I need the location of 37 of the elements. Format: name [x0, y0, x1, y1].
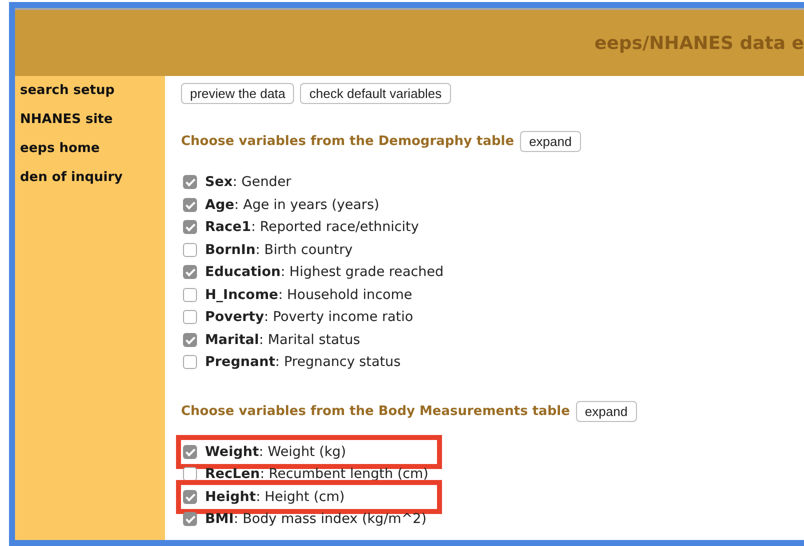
- sidebar-link[interactable]: den of inquiry: [20, 168, 123, 187]
- variable-label: Sex: Gender: [205, 174, 292, 190]
- variable-label: Marital: Marital status: [205, 332, 360, 348]
- expand-button[interactable]: expand: [576, 400, 637, 422]
- variable-label: Height: Height (cm): [205, 488, 345, 505]
- checkbox[interactable]: [183, 332, 197, 347]
- variable-label: RecLen: Recumbent length (cm): [205, 466, 428, 482]
- checkbox[interactable]: [183, 355, 197, 370]
- checkbox[interactable]: [183, 265, 197, 280]
- sidebar-link[interactable]: search setup: [20, 81, 115, 100]
- site-title: eeps/NHANES data e: [594, 32, 804, 54]
- variable-label: Race1: Reported race/ethnicity: [205, 219, 419, 236]
- checkbox[interactable]: [183, 444, 197, 459]
- toolbar-button[interactable]: preview the data: [181, 83, 294, 104]
- checkbox[interactable]: [183, 198, 197, 212]
- section-heading: Choose variables from the Demography table: [181, 134, 514, 149]
- section-heading: Choose variables from the Body Measurements table: [181, 404, 570, 418]
- checkbox[interactable]: [183, 175, 197, 190]
- checkbox[interactable]: [183, 220, 197, 234]
- checkbox[interactable]: [183, 310, 197, 324]
- checkbox[interactable]: [183, 467, 197, 482]
- variable-label: H_Income: Household income: [205, 286, 412, 303]
- variable-label: Age: Age in years (years): [205, 196, 380, 213]
- variable-label: BMI: Body mass index (kg/m^2): [205, 511, 426, 528]
- expand-button[interactable]: expand: [520, 131, 581, 152]
- checkbox[interactable]: [183, 242, 197, 257]
- checkbox[interactable]: [183, 512, 197, 526]
- checkbox[interactable]: [183, 490, 197, 504]
- variable-label: Poverty: Poverty income ratio: [205, 309, 414, 326]
- toolbar-button[interactable]: check default variables: [300, 83, 451, 104]
- checkbox[interactable]: [183, 288, 197, 302]
- variable-label: Weight: Weight (kg): [205, 444, 346, 460]
- variable-label: Pregnant: Pregnancy status: [205, 354, 401, 370]
- sidebar-link[interactable]: NHANES site: [20, 110, 113, 129]
- sidebar-link[interactable]: eeps home: [20, 139, 100, 158]
- variable-label: Education: Highest grade reached: [205, 264, 444, 280]
- variable-label: BornIn: Birth country: [205, 242, 353, 258]
